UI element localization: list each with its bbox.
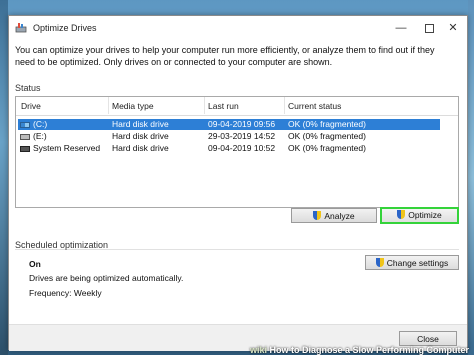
current-status-cell: OK (0% fragmented): [288, 119, 366, 129]
drives-list-header: Drive Media type Last run Current status: [16, 97, 458, 116]
media-type-cell: Hard disk drive: [112, 131, 169, 141]
watermark-brand: wiki: [250, 345, 268, 355]
column-divider: [108, 97, 109, 114]
wikihow-watermark: wiki How to Diagnose a Slow Performing C…: [250, 345, 469, 355]
watermark-text: How to Diagnose a Slow Performing Comput…: [269, 345, 470, 355]
column-divider: [284, 97, 285, 114]
shield-icon: [313, 211, 322, 220]
maximize-icon: [424, 23, 434, 33]
drive-row-system-reserved[interactable]: System Reserved Hard disk drive 09-04-20…: [18, 143, 440, 154]
drive-cell: (C:): [20, 119, 47, 130]
current-status-cell: OK (0% fragmented): [288, 131, 366, 141]
current-status-cell: OK (0% fragmented): [288, 143, 366, 153]
drive-name: (E:): [33, 131, 47, 141]
window-description: You can optimize your drives to help you…: [15, 45, 435, 67]
scheduled-optimization-label: Scheduled optimization: [15, 240, 109, 250]
column-divider: [204, 97, 205, 114]
optimize-drives-app-icon: [15, 23, 27, 33]
schedule-state: On: [29, 259, 41, 269]
shield-icon: [397, 210, 406, 219]
desktop-background-left: [0, 0, 8, 355]
drive-name: (C:): [33, 119, 48, 129]
title-bar[interactable]: Optimize Drives — ✕: [9, 16, 467, 40]
close-button-label: Close: [417, 334, 439, 344]
shield-icon: [375, 258, 384, 267]
column-header-drive[interactable]: Drive: [21, 101, 41, 111]
optimize-button[interactable]: Optimize: [380, 207, 459, 224]
last-run-cell: 09-04-2019 10:52: [208, 143, 276, 153]
column-header-current-status[interactable]: Current status: [288, 101, 341, 111]
drive-row-c[interactable]: (C:) Hard disk drive 09-04-2019 09:56 OK…: [18, 119, 440, 130]
last-run-cell: 29-03-2019 14:52: [208, 131, 276, 141]
column-header-last-run[interactable]: Last run: [208, 101, 239, 111]
schedule-frequency: Frequency: Weekly: [29, 288, 102, 298]
analyze-button[interactable]: Analyze: [291, 208, 377, 223]
window-title: Optimize Drives: [33, 23, 97, 33]
minimize-icon: —: [395, 22, 407, 34]
media-type-cell: Hard disk drive: [112, 143, 169, 153]
drive-cell: System Reserved: [20, 143, 100, 154]
status-label: Status: [15, 83, 41, 93]
close-icon: ✕: [448, 22, 458, 34]
drive-row-e[interactable]: (E:) Hard disk drive 29-03-2019 14:52 OK…: [18, 131, 440, 142]
change-settings-button-label: Change settings: [386, 258, 449, 268]
drive-icon: [20, 145, 30, 152]
close-window-button[interactable]: ✕: [439, 19, 467, 37]
drive-icon: [20, 133, 30, 140]
schedule-info: Drives are being optimized automatically…: [29, 273, 184, 283]
close-button[interactable]: Close: [399, 331, 457, 346]
drives-list[interactable]: Drive Media type Last run Current status…: [15, 96, 459, 208]
last-run-cell: 09-04-2019 09:56: [208, 119, 276, 129]
optimize-button-label: Optimize: [408, 210, 442, 220]
column-header-media-type[interactable]: Media type: [112, 101, 154, 111]
windows-drive-icon: [20, 121, 30, 128]
drive-cell: (E:): [20, 131, 47, 142]
media-type-cell: Hard disk drive: [112, 119, 169, 129]
drive-name: System Reserved: [33, 143, 101, 153]
optimize-drives-window: Optimize Drives — ✕ You can optimize you…: [8, 15, 468, 351]
minimize-button[interactable]: —: [387, 19, 415, 37]
desktop-background-right: [468, 0, 474, 355]
change-settings-button[interactable]: Change settings: [365, 255, 459, 270]
analyze-button-label: Analyze: [324, 211, 355, 221]
